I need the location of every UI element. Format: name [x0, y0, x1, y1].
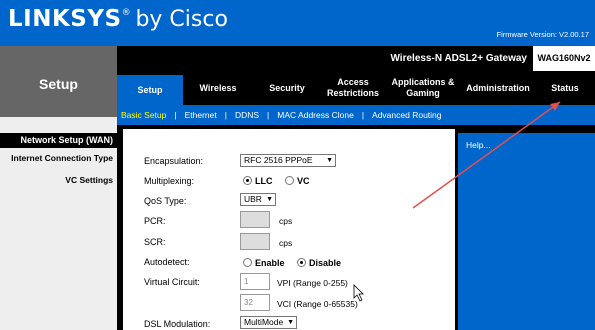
brand-name: LINKSYS: [8, 6, 122, 32]
sidebar-heading: Network Setup (WAN): [0, 133, 117, 148]
multiplexing-llc-radio[interactable]: [243, 176, 252, 186]
tab-applications-gaming[interactable]: Applications & Gaming: [385, 71, 461, 105]
product-row: Wireless-N ADSL2+ Gateway: [117, 46, 595, 71]
dsl-modulation-select[interactable]: MultiMode ▼: [240, 316, 297, 329]
dsl-modulation-label: DSL Modulation:: [144, 319, 211, 329]
tab-wireless[interactable]: Wireless: [183, 71, 253, 105]
scr-input[interactable]: [240, 233, 270, 250]
qos-type-label: QoS Type:: [144, 196, 187, 206]
sidebar-item-vc-settings: VC Settings: [65, 175, 113, 185]
subtab-ethernet[interactable]: Ethernet: [185, 110, 217, 120]
help-panel-top-bar: [458, 125, 595, 133]
multiplexing-vc-radio[interactable]: [285, 176, 295, 186]
tab-administration[interactable]: Administration: [461, 71, 535, 105]
subtab-basic-setup[interactable]: Basic Setup: [121, 110, 166, 120]
subtab-separator: |: [224, 110, 227, 120]
brand-registered-mark: ®: [121, 8, 131, 18]
multiplexing-label: Multiplexing:: [144, 176, 195, 186]
autodetect-label: Autodetect:: [144, 257, 190, 267]
firmware-label: Firmware Version:: [496, 30, 557, 39]
dropdown-arrow-icon: ▼: [326, 157, 333, 164]
dropdown-arrow-icon: ▼: [266, 196, 273, 203]
autodetect-disable-radio[interactable]: [297, 258, 307, 268]
dsl-modulation-value: MultiMode: [244, 317, 284, 327]
pcr-label: PCR:: [144, 216, 166, 226]
sidebar-item-internet-connection-type: Internet Connection Type: [11, 153, 113, 163]
vpi-input[interactable]: 1: [240, 273, 270, 290]
subtab-separator: |: [361, 110, 365, 120]
brand-suffix: by Cisco: [135, 7, 228, 32]
encapsulation-value: RFC 2516 PPPoE: [244, 155, 313, 165]
autodetect-options: Enable Disable: [243, 257, 351, 268]
multiplexing-options: LLC VC: [243, 175, 320, 186]
subtab-separator: |: [174, 110, 177, 120]
qos-type-select[interactable]: UBR ▼: [240, 193, 276, 206]
tab-security[interactable]: Security: [253, 71, 321, 105]
autodetect-enable-label: Enable: [255, 257, 285, 268]
section-title: Setup: [39, 76, 78, 92]
linksys-logo: LINKSYS® by Cisco: [8, 6, 228, 32]
autodetect-disable-label: Disable: [309, 257, 342, 268]
encapsulation-label: Encapsulation:: [144, 156, 204, 166]
scr-unit: cps: [279, 238, 293, 248]
firmware-value: V2.00.17: [558, 30, 589, 39]
encapsulation-select[interactable]: RFC 2516 PPPoE ▼: [240, 154, 336, 167]
product-name: Wireless-N ADSL2+ Gateway: [390, 53, 527, 64]
model-number: WAG160Nv2: [531, 46, 595, 71]
pcr-input[interactable]: [240, 211, 270, 228]
tab-status[interactable]: Status: [535, 71, 595, 105]
sub-tabs: Basic Setup | Ethernet | DDNS | MAC Addr…: [117, 105, 595, 125]
vci-unit: VCI (Range 0-65535): [277, 299, 358, 309]
main-tabs: Setup Wireless Security Access Restricti…: [117, 71, 595, 105]
tab-access-restrictions[interactable]: Access Restrictions: [321, 71, 385, 105]
qos-type-value: UBR: [244, 194, 262, 204]
virtual-circuit-label: Virtual Circuit:: [144, 277, 200, 287]
multiplexing-llc-label: LLC: [255, 175, 273, 186]
subtab-ddns[interactable]: DDNS: [235, 110, 259, 120]
help-panel: [458, 125, 595, 330]
autodetect-enable-radio[interactable]: [243, 258, 252, 268]
subtab-separator: |: [267, 110, 270, 120]
scr-label: SCR:: [144, 237, 166, 247]
help-link[interactable]: Help...: [466, 140, 491, 150]
dropdown-arrow-icon: ▼: [287, 319, 294, 326]
sidebar: [0, 117, 117, 330]
multiplexing-vc-label: VC: [297, 175, 310, 186]
vci-input[interactable]: 32: [240, 294, 270, 311]
firmware-version: Firmware Version: V2.00.17: [497, 30, 589, 39]
subtab-advanced-routing[interactable]: Advanced Routing: [372, 110, 441, 120]
vpi-unit: VPI (Range 0-255): [277, 278, 348, 288]
tab-setup[interactable]: Setup: [117, 71, 183, 105]
pcr-unit: cps: [279, 216, 293, 226]
subtab-mac-address-clone[interactable]: MAC Address Clone: [277, 110, 354, 120]
